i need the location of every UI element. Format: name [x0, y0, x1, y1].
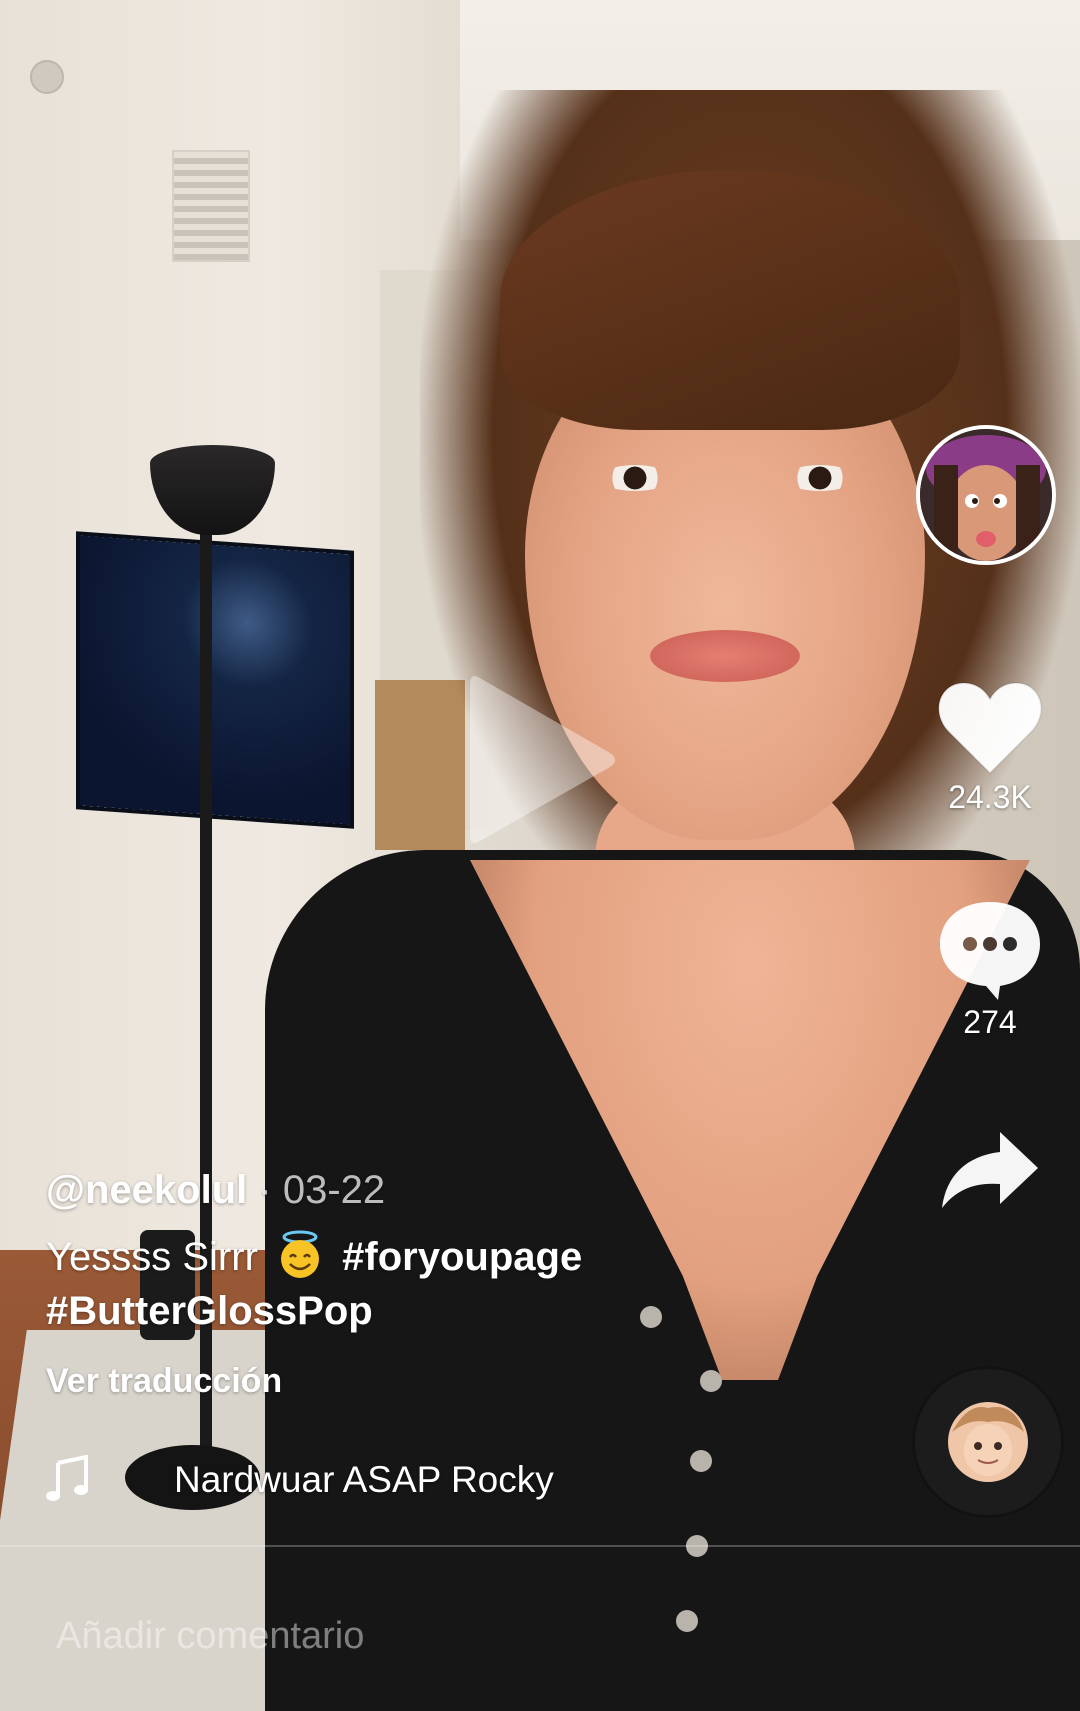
video-background — [172, 150, 250, 262]
music-row[interactable]: Nardwuar ASAP Rocky — [46, 1455, 646, 1505]
comment-bubble-icon — [940, 902, 1040, 1000]
comment-divider — [0, 1545, 1080, 1547]
music-disc[interactable] — [915, 1369, 1061, 1515]
video-background — [30, 60, 64, 94]
video-background — [80, 535, 350, 825]
comment-input[interactable] — [54, 1605, 958, 1667]
comment-button[interactable]: 274 — [920, 898, 1060, 1041]
author-line: @neekolul · 03-22 — [46, 1160, 826, 1220]
video-caption: Yessss Sirrr #foryoupage #ButterGlossPop — [46, 1230, 826, 1338]
share-button[interactable] — [920, 1128, 1060, 1212]
hashtag-link[interactable]: #ButterGlossPop — [46, 1289, 373, 1333]
like-count: 24.3K — [948, 779, 1032, 815]
smiling-face-with-halo-icon — [275, 1230, 325, 1280]
music-cover-avatar — [948, 1402, 1028, 1482]
play-icon[interactable] — [460, 665, 620, 855]
author-username[interactable]: @neekolul — [46, 1168, 247, 1212]
heart-icon — [937, 681, 1043, 775]
video-subject — [650, 630, 800, 682]
share-arrow-icon — [942, 1132, 1038, 1208]
translate-link[interactable]: Ver traducción — [46, 1356, 826, 1406]
hashtag-link[interactable]: #foryoupage — [342, 1235, 582, 1279]
caption-text: Yessss Sirrr — [46, 1235, 258, 1279]
video-subject — [785, 465, 855, 491]
music-title: Nardwuar ASAP Rocky — [174, 1459, 554, 1500]
video-subject — [600, 465, 670, 491]
date-separator: · — [247, 1168, 283, 1212]
video-subject — [500, 170, 960, 430]
post-date: 03-22 — [282, 1168, 386, 1212]
like-button[interactable]: 24.3K — [920, 677, 1060, 816]
video-caption-block: @neekolul · 03-22 Yessss Sirrr #foryoupa… — [46, 1160, 826, 1406]
comment-count: 274 — [963, 1004, 1017, 1040]
music-note-icon — [46, 1455, 88, 1501]
video-subject — [690, 1450, 712, 1472]
creator-avatar[interactable] — [916, 425, 1056, 565]
